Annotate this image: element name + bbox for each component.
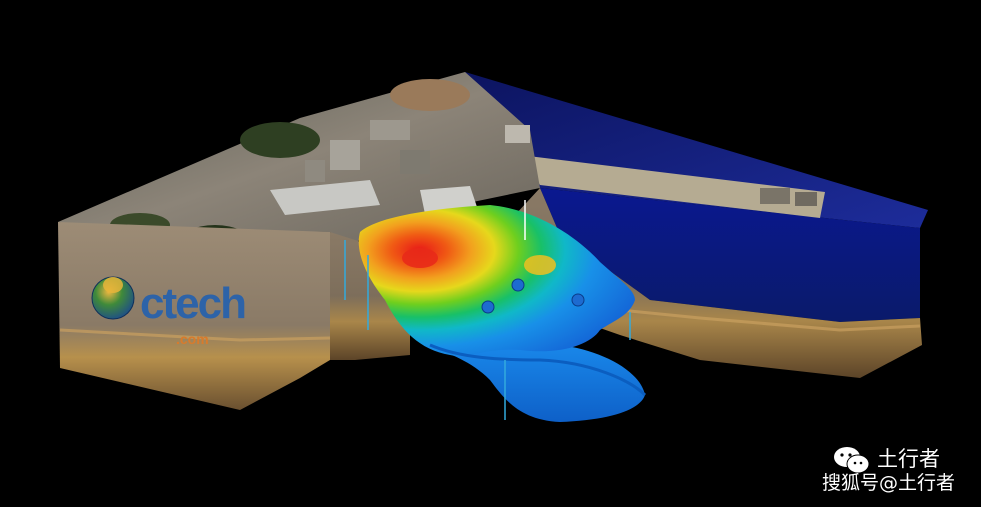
3d-site-model	[58, 72, 928, 474]
watermark-source: 搜狐号@土行者	[822, 472, 956, 494]
watermark-author: 土行者	[877, 447, 940, 471]
wechat-icon	[834, 447, 870, 474]
ctech-logo-text: ctech	[140, 279, 247, 328]
ctech-logo-domain: .com	[176, 331, 209, 347]
